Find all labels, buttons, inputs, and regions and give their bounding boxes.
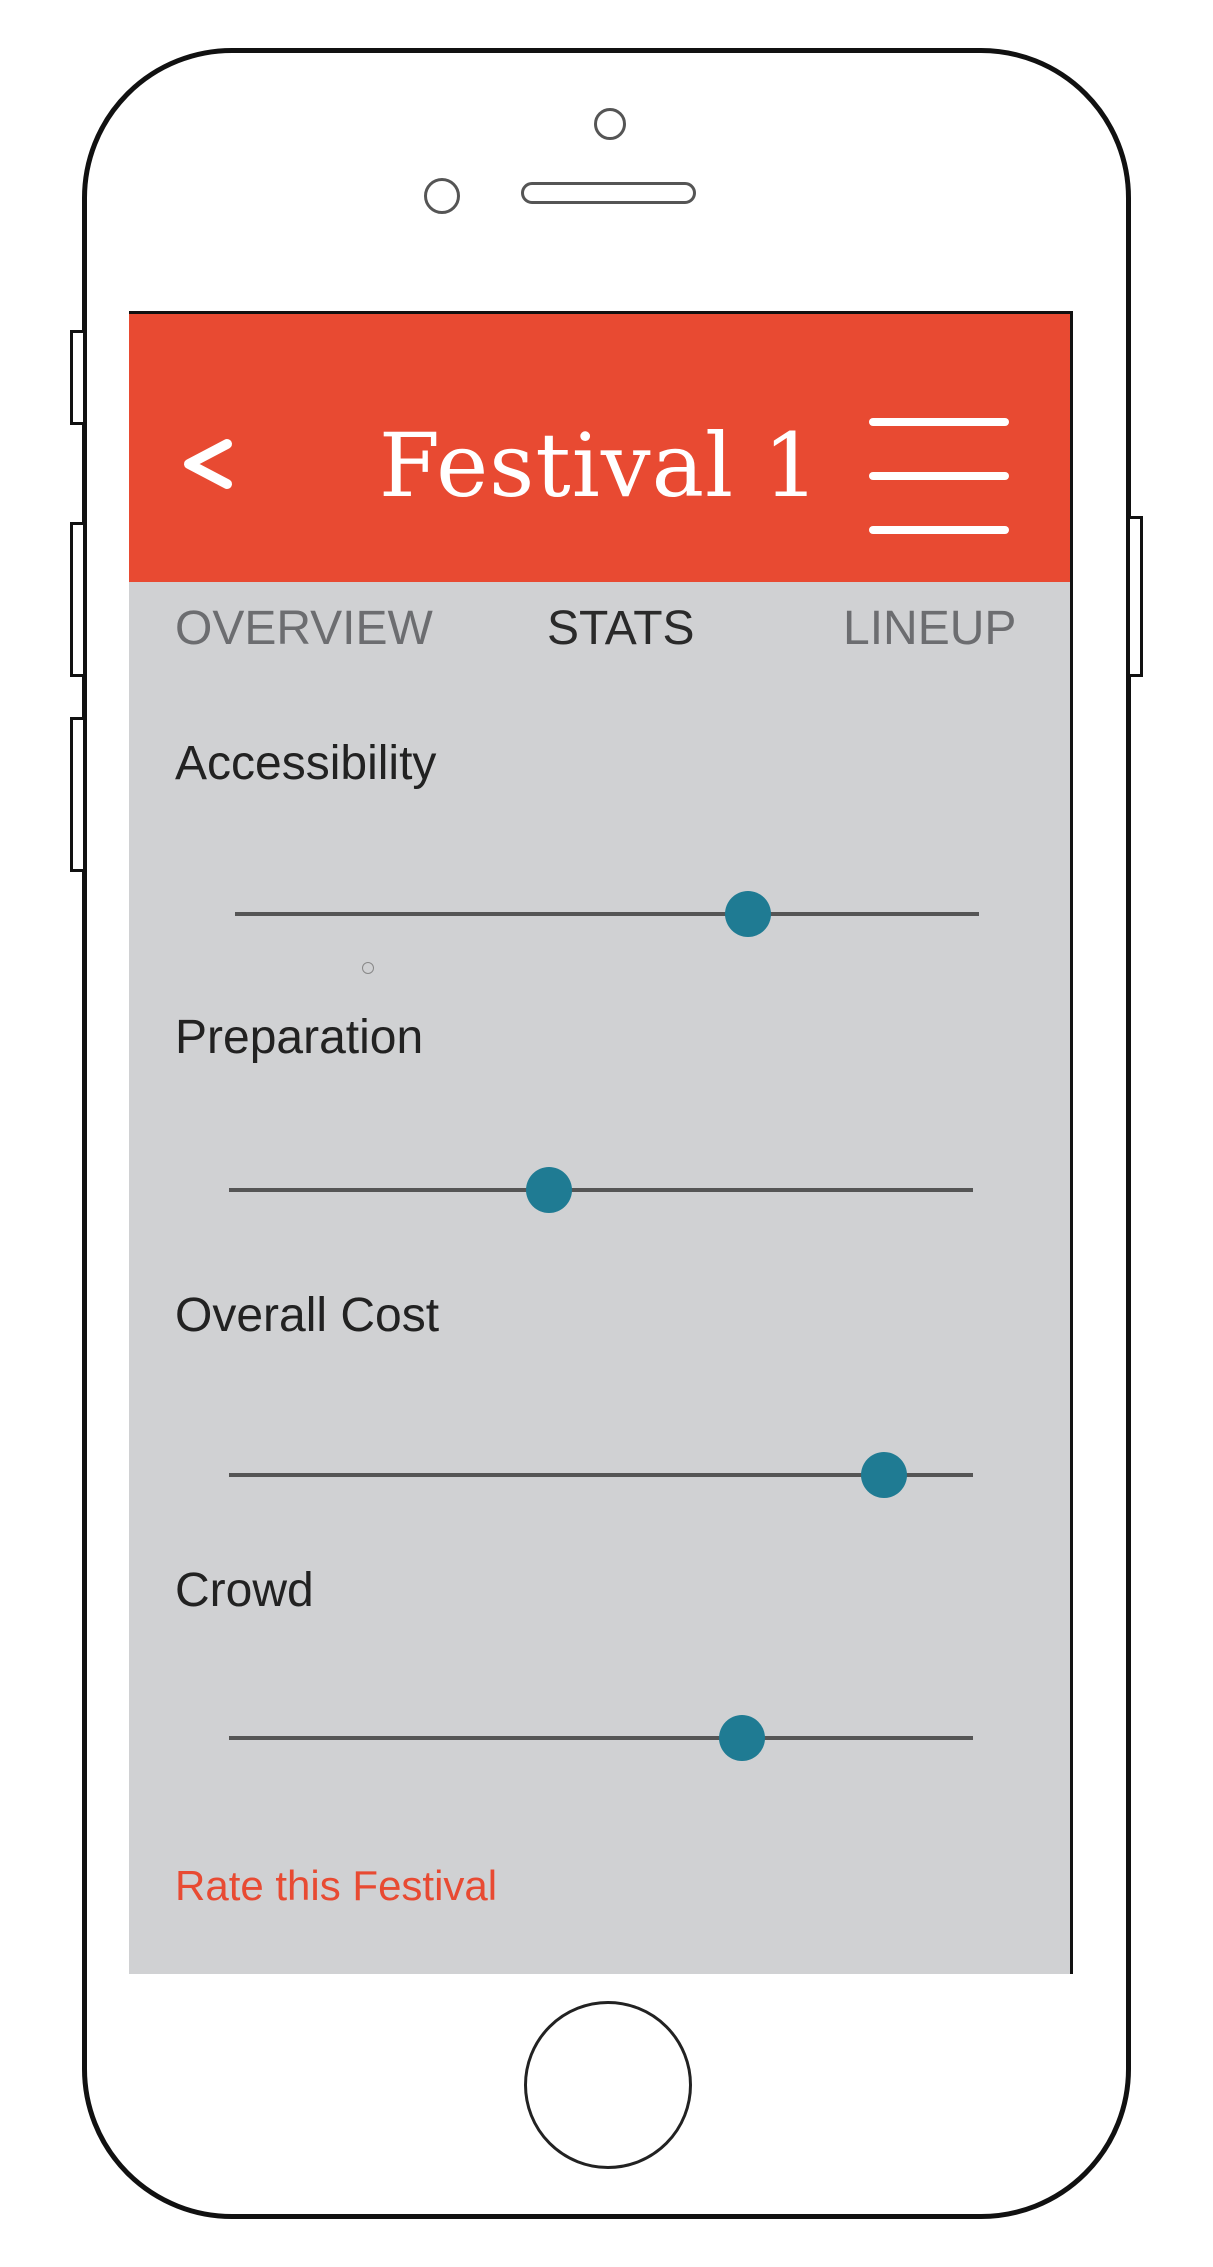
app-header: Festival 1 xyxy=(129,314,1070,582)
slider-track xyxy=(229,1736,973,1740)
proximity-sensor xyxy=(424,178,460,214)
stat-label-preparation: Preparation xyxy=(175,1011,424,1064)
slider-thumb[interactable] xyxy=(725,891,772,937)
phone-side-button-volume-down xyxy=(70,717,86,872)
app-screen: Festival 1 OVERVIEW STATS LINEUP Accessi… xyxy=(129,311,1073,1974)
slider-thumb[interactable] xyxy=(719,1715,766,1761)
tab-lineup[interactable]: LINEUP xyxy=(843,594,1016,664)
phone-side-button-power xyxy=(1127,516,1143,677)
home-button[interactable] xyxy=(524,2001,692,2169)
stat-label-accessibility: Accessibility xyxy=(175,737,437,790)
phone-side-button-volume-up xyxy=(70,522,86,677)
overall-cost-slider[interactable] xyxy=(229,1450,973,1500)
accessibility-slider[interactable] xyxy=(235,889,979,939)
slider-thumb[interactable] xyxy=(860,1452,907,1498)
preparation-slider[interactable] xyxy=(229,1165,973,1215)
rate-festival-link[interactable]: Rate this Festival xyxy=(175,1862,497,1910)
tab-overview[interactable]: OVERVIEW xyxy=(175,594,433,664)
slider-track xyxy=(235,912,979,916)
menu-button[interactable] xyxy=(869,418,1009,534)
front-camera xyxy=(594,108,626,140)
tab-stats[interactable]: STATS xyxy=(547,594,695,664)
stat-label-crowd: Crowd xyxy=(175,1564,314,1617)
crowd-slider[interactable] xyxy=(229,1713,973,1763)
tab-bar: OVERVIEW STATS LINEUP xyxy=(129,594,1070,664)
stray-dot xyxy=(362,962,374,974)
earpiece-speaker xyxy=(521,182,696,204)
slider-track xyxy=(229,1188,973,1192)
slider-thumb[interactable] xyxy=(525,1167,572,1213)
phone-side-button-silent xyxy=(70,330,86,425)
stat-label-overall-cost: Overall Cost xyxy=(175,1289,440,1342)
